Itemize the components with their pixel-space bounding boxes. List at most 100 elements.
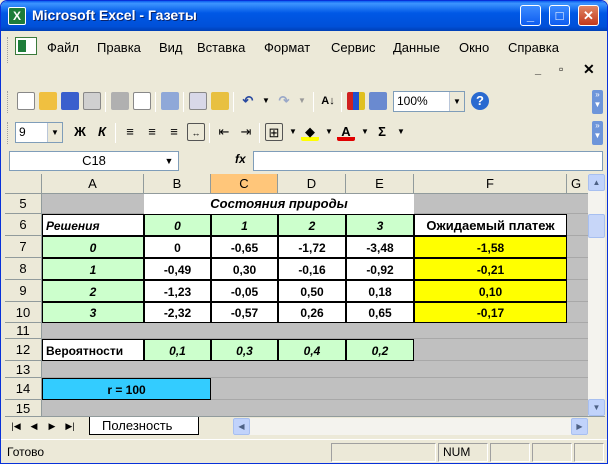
decisions-header-cell[interactable]: Решения: [42, 214, 144, 236]
menu-format[interactable]: Формат: [264, 40, 310, 55]
maximize-button[interactable]: □: [549, 5, 570, 26]
column-header-b[interactable]: B: [144, 174, 211, 194]
expected-value-cell[interactable]: -1,58: [414, 236, 567, 258]
column-header-c[interactable]: C: [211, 174, 278, 194]
last-sheet-icon[interactable]: ▶|: [63, 419, 77, 433]
name-box-dropdown-icon[interactable]: ▼: [159, 151, 179, 171]
payoff-value-cell[interactable]: -0,05: [211, 280, 278, 302]
menu-window[interactable]: Окно: [459, 40, 489, 55]
probability-value-cell[interactable]: 0,3: [211, 339, 278, 361]
scroll-left-icon[interactable]: ◀: [233, 418, 250, 435]
align-left-icon[interactable]: ≡: [121, 123, 139, 141]
decision-label-cell[interactable]: 1: [42, 258, 144, 280]
title-bar[interactable]: X Microsoft Excel - Газеты _ □ ✕: [1, 1, 607, 31]
payoff-value-cell[interactable]: 0,30: [211, 258, 278, 280]
column-header-a[interactable]: A: [42, 174, 144, 194]
state-label-cell[interactable]: 1: [211, 214, 278, 236]
payoff-value-cell[interactable]: -1,23: [144, 280, 211, 302]
zoom-select[interactable]: 100% ▼: [393, 91, 465, 112]
payoff-value-cell[interactable]: -0,92: [346, 258, 414, 280]
formula-input[interactable]: [253, 151, 603, 171]
payoff-value-cell[interactable]: 0,18: [346, 280, 414, 302]
help-icon[interactable]: ?: [471, 92, 489, 110]
increase-indent-icon[interactable]: ⇥: [237, 123, 255, 141]
payoff-value-cell[interactable]: -0,16: [278, 258, 346, 280]
minimize-button[interactable]: _: [520, 5, 541, 26]
prev-sheet-icon[interactable]: ◀: [27, 419, 41, 433]
menu-grip-handle[interactable]: [7, 37, 10, 63]
row-header-9[interactable]: 9: [5, 280, 42, 302]
payoff-value-cell[interactable]: 0: [144, 236, 211, 258]
column-header-d[interactable]: D: [278, 174, 346, 194]
insert-function-icon[interactable]: fx: [235, 152, 246, 166]
redo-icon[interactable]: ↷: [275, 92, 293, 110]
menu-file[interactable]: Файл: [47, 40, 79, 55]
expected-header-cell[interactable]: Ожидаемый платеж: [414, 214, 567, 236]
excel-app-icon[interactable]: X: [8, 7, 26, 25]
scroll-down-icon[interactable]: ▼: [588, 399, 605, 416]
decision-label-cell[interactable]: 0: [42, 236, 144, 258]
state-label-cell[interactable]: 3: [346, 214, 414, 236]
payoff-value-cell[interactable]: 0,26: [278, 302, 346, 323]
vertical-scrollbar[interactable]: ▲ ▼: [588, 174, 605, 416]
permission-icon[interactable]: [83, 92, 101, 110]
drawing-icon[interactable]: [369, 92, 387, 110]
copy-icon[interactable]: [189, 92, 207, 110]
row-header-6[interactable]: 6: [5, 214, 42, 236]
row-header-5[interactable]: 5: [5, 194, 42, 214]
print-icon[interactable]: [111, 92, 129, 110]
payoff-value-cell[interactable]: -3,48: [346, 236, 414, 258]
sheet-tab-active[interactable]: Полезность: [89, 417, 199, 435]
row-header-15[interactable]: 15: [5, 400, 42, 416]
doc-minimize-button[interactable]: _: [535, 64, 541, 76]
decision-label-cell[interactable]: 2: [42, 280, 144, 302]
state-label-cell[interactable]: 0: [144, 214, 211, 236]
payoff-value-cell[interactable]: -0,57: [211, 302, 278, 323]
horizontal-scrollbar[interactable]: ◀ ▶: [233, 418, 588, 435]
expected-value-cell[interactable]: -0,21: [414, 258, 567, 280]
r-value-cell[interactable]: r = 100: [42, 378, 211, 400]
states-header-cell[interactable]: Состояния природы: [144, 194, 414, 214]
scroll-up-icon[interactable]: ▲: [588, 174, 605, 191]
column-header-e[interactable]: E: [346, 174, 414, 194]
format-painter-icon[interactable]: [211, 92, 229, 110]
new-document-icon[interactable]: [17, 92, 35, 110]
row-header-11[interactable]: 11: [5, 323, 42, 339]
zoom-dropdown-icon[interactable]: ▼: [449, 92, 464, 111]
font-color-icon[interactable]: A: [337, 123, 355, 141]
chart-wizard-icon[interactable]: [347, 92, 365, 110]
font-size-select[interactable]: 9 ▼: [15, 122, 63, 143]
probability-value-cell[interactable]: 0,2: [346, 339, 414, 361]
probability-value-cell[interactable]: 0,1: [144, 339, 211, 361]
borders-icon[interactable]: ⊞: [265, 123, 283, 141]
bold-button[interactable]: Ж: [71, 123, 89, 141]
expected-value-cell[interactable]: -0,17: [414, 302, 567, 323]
toolbar-options-chevron-icon[interactable]: » ▼: [592, 121, 603, 145]
autosum-dropdown-icon[interactable]: ▼: [392, 123, 410, 141]
probabilities-label-cell[interactable]: Вероятности: [42, 339, 144, 361]
research-icon[interactable]: [161, 92, 179, 110]
workbook-icon[interactable]: [15, 37, 37, 55]
save-icon[interactable]: [61, 92, 79, 110]
payoff-value-cell[interactable]: -1,72: [278, 236, 346, 258]
fill-color-icon[interactable]: ◆: [301, 123, 319, 141]
merge-center-icon[interactable]: ↔: [187, 123, 205, 141]
worksheet-grid[interactable]: A B C D E F G 5 6 7 8 9 10 11 12 13 14 1…: [5, 174, 605, 416]
font-size-dropdown-icon[interactable]: ▼: [47, 123, 62, 142]
payoff-value-cell[interactable]: 0,50: [278, 280, 346, 302]
next-sheet-icon[interactable]: ▶: [45, 419, 59, 433]
borders-dropdown-icon[interactable]: ▼: [284, 123, 302, 141]
decrease-indent-icon[interactable]: ⇤: [215, 123, 233, 141]
menu-help[interactable]: Справка: [508, 40, 559, 55]
menu-edit[interactable]: Правка: [97, 40, 141, 55]
close-button[interactable]: ✕: [578, 5, 599, 26]
scroll-right-icon[interactable]: ▶: [571, 418, 588, 435]
row-header-13[interactable]: 13: [5, 361, 42, 378]
payoff-value-cell[interactable]: 0,65: [346, 302, 414, 323]
payoff-value-cell[interactable]: -0,65: [211, 236, 278, 258]
select-all-corner[interactable]: [5, 174, 42, 194]
payoff-value-cell[interactable]: -2,32: [144, 302, 211, 323]
open-folder-icon[interactable]: [39, 92, 57, 110]
undo-dropdown-icon[interactable]: ▼: [257, 92, 275, 110]
row-header-14[interactable]: 14: [5, 378, 42, 400]
